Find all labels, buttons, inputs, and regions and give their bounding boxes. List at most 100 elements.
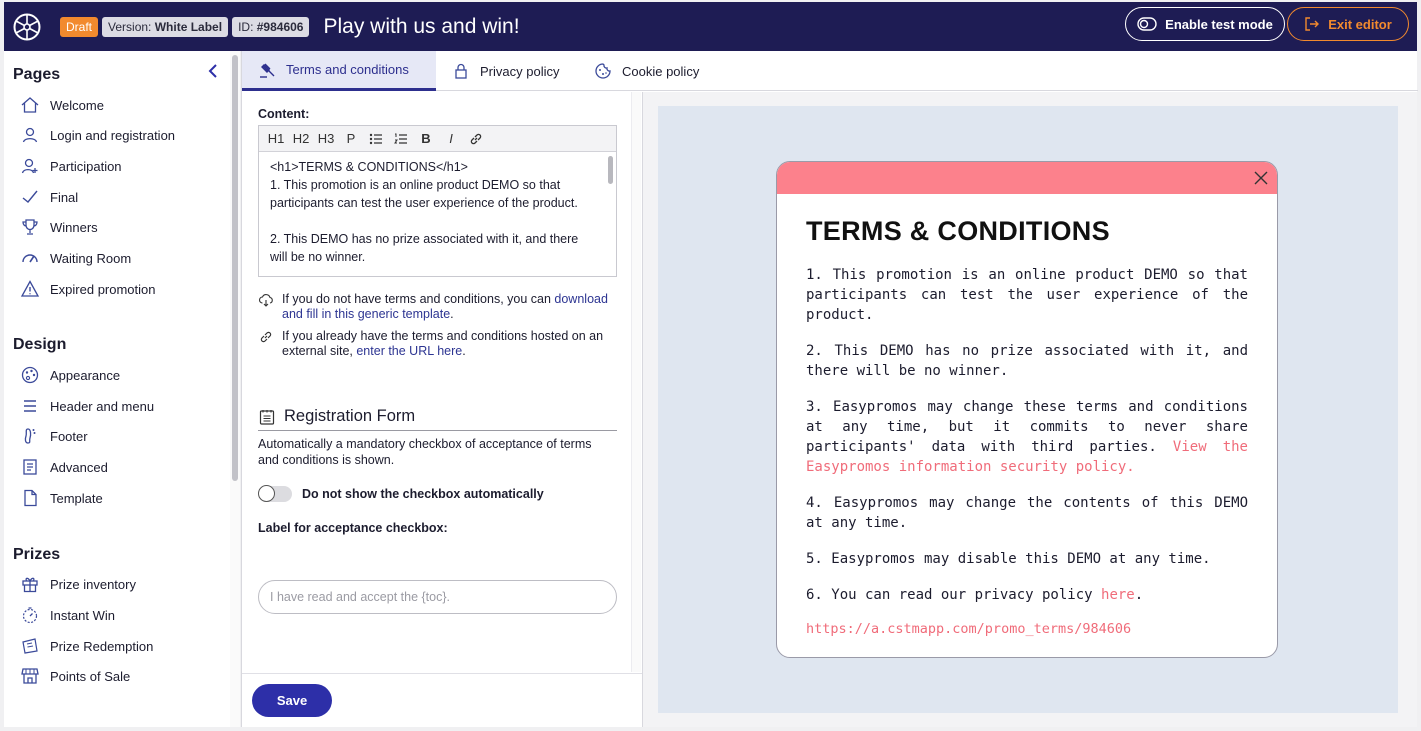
- rich-text-editor[interactable]: H1 H2 H3 P B I <h1>TERMS & CONDITIONS</h…: [258, 125, 617, 277]
- rte-toolbar: H1 H2 H3 P B I: [259, 126, 616, 152]
- tab-label: Terms and conditions: [286, 62, 409, 77]
- content-label: Content:: [258, 107, 310, 121]
- pages-heading: Pages: [13, 66, 61, 83]
- tab-label: Cookie policy: [622, 63, 700, 79]
- italic-button[interactable]: I: [440, 131, 462, 146]
- terms-form: Content: H1 H2 H3 P B I <h1>TERMS & COND…: [242, 92, 642, 727]
- terms-item-6-text: 6. You can read our privacy policy: [806, 587, 1093, 603]
- enter-url-link[interactable]: enter the URL here: [356, 344, 462, 358]
- top-bar: Draft Version: White Label ID: #984606 P…: [4, 2, 1417, 51]
- sidebar-item-label: Welcome: [50, 97, 104, 113]
- sidebar-item-label: Expired promotion: [50, 281, 156, 297]
- sidebar-item-label: Login and registration: [50, 127, 176, 143]
- modal-heading: TERMS & CONDITIONS: [806, 216, 1110, 246]
- sidebar-item-waiting-room[interactable]: Waiting Room: [20, 247, 131, 269]
- modal-header: [777, 162, 1277, 194]
- save-button[interactable]: Save: [252, 684, 332, 717]
- sidebar-item-label: Advanced: [50, 459, 108, 475]
- paragraph-button[interactable]: P: [340, 131, 362, 146]
- tab-privacy-policy[interactable]: Privacy policy: [452, 51, 559, 91]
- bullet-list-icon[interactable]: [365, 131, 387, 147]
- cloud-download-icon: [259, 294, 273, 307]
- content-textarea[interactable]: <h1>TERMS & CONDITIONS</h1> 1. This prom…: [259, 152, 616, 276]
- template-hint-text: If you do not have terms and conditions,…: [282, 292, 551, 306]
- sidebar-item-footer[interactable]: Footer: [20, 425, 88, 447]
- sidebar-item-instant-win[interactable]: Instant Win: [20, 604, 115, 626]
- terms-url-link[interactable]: https://a.cstmapp.com/promo_terms/984606: [806, 621, 1248, 637]
- form-scrollbar[interactable]: [631, 92, 641, 672]
- exit-editor-button[interactable]: Exit editor: [1287, 7, 1409, 41]
- page-title: Play with us and win!: [323, 14, 520, 38]
- url-hint: If you already have the terms and condit…: [258, 329, 618, 359]
- h3-button[interactable]: H3: [315, 131, 337, 146]
- sidebar-item-points-of-sale[interactable]: Points of Sale: [20, 665, 130, 687]
- template-hint: If you do not have terms and conditions,…: [258, 292, 618, 322]
- version-value: White Label: [154, 19, 223, 34]
- hide-checkbox-toggle-row: Do not show the checkbox automatically: [258, 485, 544, 502]
- id-label: ID:: [238, 19, 254, 34]
- numbered-list-icon[interactable]: [390, 131, 412, 147]
- terms-modal: TERMS & CONDITIONS 1. This promotion is …: [776, 161, 1278, 658]
- terms-item-2: 2. This DEMO has no prize associated wit…: [806, 343, 1248, 379]
- lock-icon: [455, 63, 467, 79]
- check-icon: [22, 190, 38, 203]
- exit-editor-label: Exit editor: [1328, 16, 1392, 32]
- file-icon: [24, 489, 37, 507]
- prizes-heading: Prizes: [13, 546, 61, 563]
- sidebar-item-appearance[interactable]: Appearance: [20, 364, 120, 386]
- terms-item-1: 1. This promotion is an online product D…: [806, 267, 1248, 323]
- stopwatch-icon: [22, 607, 38, 624]
- logo-icon: [13, 13, 41, 40]
- sidebar-item-prize-inventory[interactable]: Prize inventory: [20, 573, 136, 595]
- sidebar-item-label: Prize inventory: [50, 576, 136, 592]
- sidebar-item-label: Appearance: [50, 367, 121, 383]
- bold-button[interactable]: B: [415, 131, 437, 146]
- h1-button[interactable]: H1: [265, 131, 287, 146]
- hide-checkbox-toggle[interactable]: [258, 485, 292, 502]
- design-heading: Design: [13, 336, 67, 353]
- menu-icon: [24, 400, 36, 412]
- sidebar-item-template[interactable]: Template: [20, 487, 103, 509]
- sidebar-item-label: Prize Redemption: [50, 638, 154, 654]
- tab-terms-and-conditions[interactable]: Terms and conditions: [242, 51, 436, 91]
- close-icon[interactable]: [1253, 170, 1269, 186]
- sidebar-item-label: Instant Win: [50, 607, 116, 623]
- sidebar-item-login[interactable]: Login and registration: [20, 124, 175, 146]
- foot-icon: [24, 428, 36, 444]
- privacy-policy-link[interactable]: here: [1101, 587, 1135, 603]
- terms-item-5: 5. Easypromos may disable this DEMO at a…: [806, 551, 1211, 567]
- user-icon: [22, 127, 38, 143]
- gift-icon: [22, 577, 38, 593]
- gavel-icon: [260, 63, 275, 78]
- store-icon: [21, 668, 39, 684]
- id-badge: ID: #984606: [232, 16, 310, 37]
- acceptance-label-input[interactable]: I have read and accept the {toc}.: [258, 580, 617, 614]
- warning-icon: [20, 280, 40, 297]
- sidebar-item-expired[interactable]: Expired promotion: [20, 278, 156, 300]
- trophy-icon: [22, 219, 38, 235]
- draft-badge: Draft: [60, 16, 99, 37]
- sidebar-item-final[interactable]: Final: [20, 186, 78, 208]
- sidebar-item-header-menu[interactable]: Header and menu: [20, 395, 154, 417]
- h2-button[interactable]: H2: [290, 131, 312, 146]
- tab-label: Privacy policy: [480, 63, 560, 79]
- document-code-icon: [23, 459, 37, 475]
- link-icon[interactable]: [465, 131, 487, 147]
- sidebar-item-label: Header and menu: [50, 398, 155, 414]
- sidebar-scrollbar[interactable]: [232, 55, 238, 481]
- sidebar-item-welcome[interactable]: Welcome: [20, 94, 104, 116]
- form-icon: [259, 409, 275, 425]
- collapse-sidebar-icon[interactable]: [205, 63, 221, 79]
- sidebar-item-prize-redemption[interactable]: Prize Redemption: [20, 635, 153, 657]
- modal-body: TERMS & CONDITIONS 1. This promotion is …: [777, 194, 1277, 637]
- tab-cookie-policy[interactable]: Cookie policy: [594, 51, 699, 91]
- sidebar-item-label: Points of Sale: [50, 668, 131, 684]
- sidebar-item-advanced[interactable]: Advanced: [20, 456, 108, 478]
- rte-scrollbar[interactable]: [608, 156, 613, 184]
- hide-checkbox-label: Do not show the checkbox automatically: [302, 487, 544, 501]
- enable-test-mode-button[interactable]: Enable test mode: [1125, 7, 1285, 41]
- terms-item-6: 6. You can read our privacy policy here.: [806, 587, 1144, 603]
- sidebar-item-winners[interactable]: Winners: [20, 216, 98, 238]
- version-badge: Version: White Label: [102, 16, 229, 37]
- sidebar-item-participation[interactable]: Participation: [20, 155, 122, 177]
